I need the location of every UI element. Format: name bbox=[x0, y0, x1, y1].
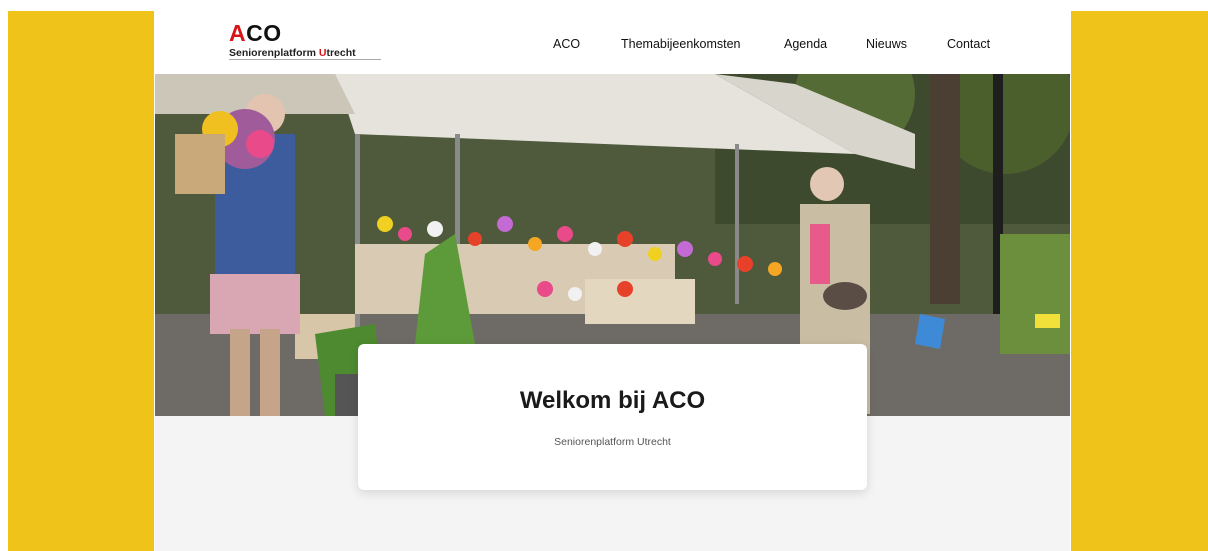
right-yellow-bar bbox=[1071, 11, 1208, 551]
nav-item-aco[interactable]: ACO bbox=[553, 37, 580, 51]
welcome-subtitle: Seniorenplatform Utrecht bbox=[554, 436, 671, 448]
left-yellow-bar bbox=[8, 11, 154, 551]
site-container: ACO Seniorenplatform Utrecht ACO Themabi… bbox=[155, 11, 1070, 551]
welcome-card: Welkom bij ACO Seniorenplatform Utrecht bbox=[358, 344, 867, 490]
main-nav: ACO Themabijeenkomsten Agenda Nieuws Con… bbox=[155, 37, 1070, 53]
nav-item-nieuws[interactable]: Nieuws bbox=[866, 37, 907, 51]
nav-item-agenda[interactable]: Agenda bbox=[784, 37, 827, 51]
welcome-title: Welkom bij ACO bbox=[519, 387, 706, 414]
site-header: ACO Seniorenplatform Utrecht ACO Themabi… bbox=[155, 11, 1070, 74]
nav-item-themabijeenkomsten[interactable]: Themabijeenkomsten bbox=[621, 37, 741, 51]
nav-item-contact[interactable]: Contact bbox=[947, 37, 990, 51]
logo-underline bbox=[229, 59, 381, 60]
